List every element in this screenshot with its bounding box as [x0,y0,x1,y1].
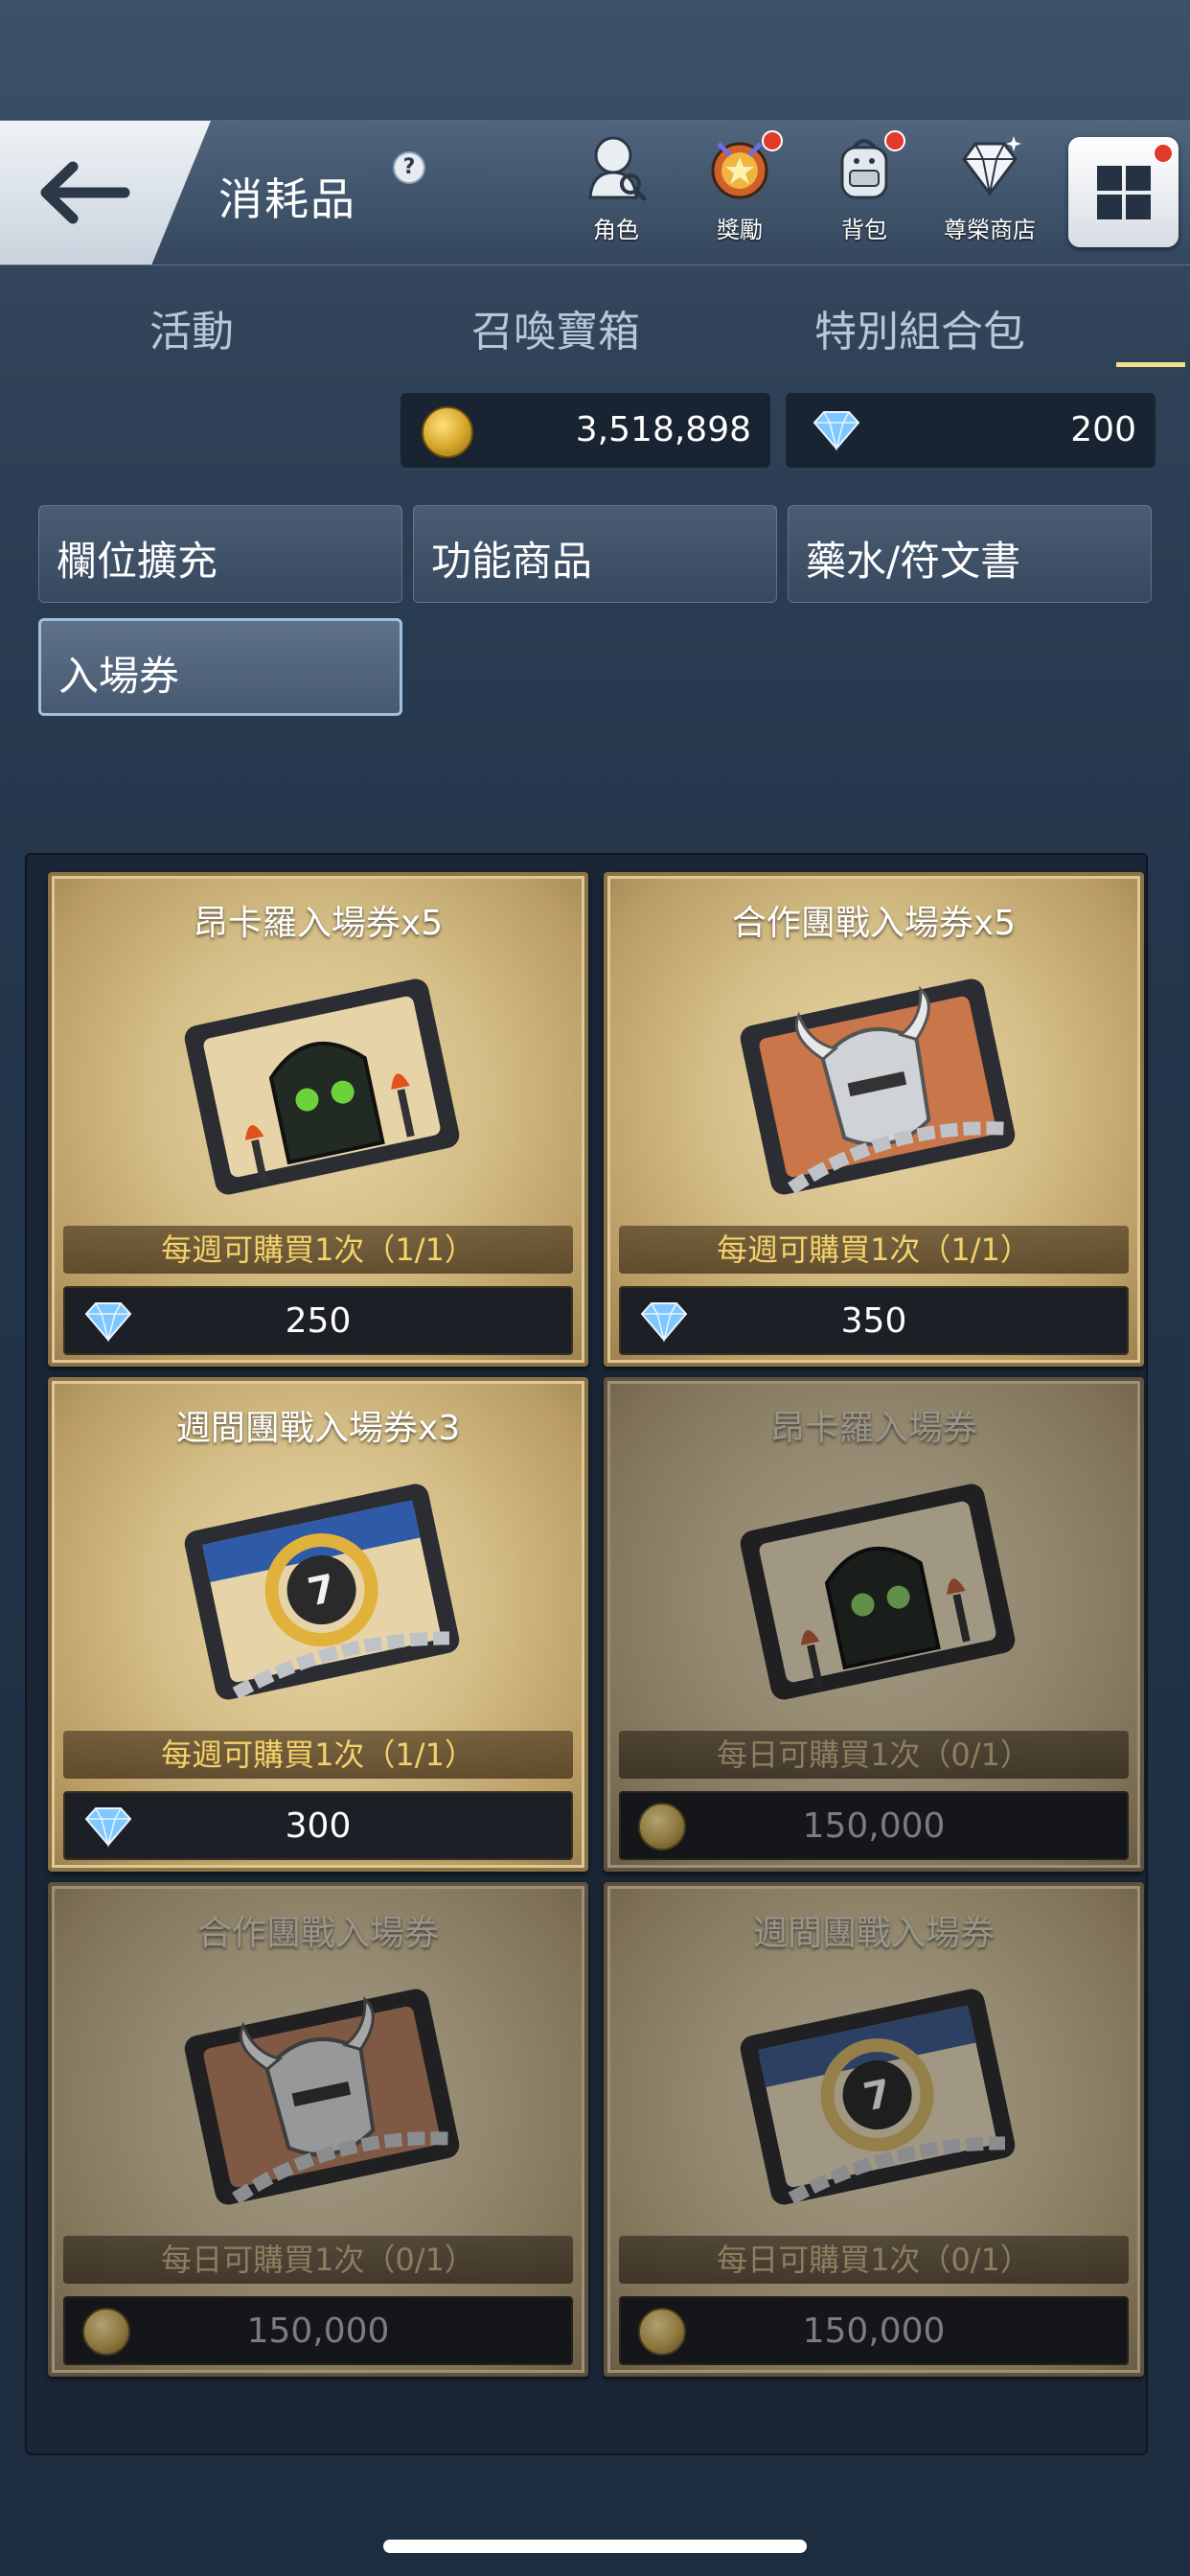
diamond-icon [812,411,860,451]
tab-special-bundle[interactable]: 特別組合包 [767,297,1073,358]
product-card[interactable]: 昂卡羅入場券x5 每週可購買1次（1/1） 250 [48,872,588,1367]
reward-icon [706,130,783,201]
product-card[interactable]: 週間團戰入場券 7 每日可購買1次（0/1） 150,000 [604,1882,1144,2377]
price-button[interactable]: 150,000 [619,1791,1129,1860]
purchase-limit: 每日可購買1次（0/1） [619,1731,1129,1779]
purchase-limit: 每日可購買1次（0/1） [63,2236,573,2284]
raid-ticket-icon [724,962,1031,1211]
purchase-limit: 每週可購買1次（1/1） [63,1731,573,1779]
purchase-limit: 每週可購買1次（1/1） [619,1226,1129,1274]
main-menu-button[interactable] [1068,137,1179,247]
product-title: 昂卡羅入場券 [769,1409,977,1448]
back-arrow-icon [40,161,130,224]
diamond-shop-icon [956,134,1023,201]
price-button[interactable]: 250 [63,1286,573,1355]
nav-diamond-shop-button[interactable]: 尊榮商店 [937,134,1042,259]
price-button[interactable]: 300 [63,1791,573,1860]
tab-indicator [1116,362,1185,367]
product-card[interactable]: 合作團戰入場券x5 每週可購買1次（1/1） 350 [604,872,1144,1367]
nav-backpack-label: 背包 [841,217,887,243]
page-title: 消耗品 [218,173,356,225]
filter-entry-tickets[interactable]: 入場券 [38,618,402,716]
price-button[interactable]: 350 [619,1286,1129,1355]
product-card[interactable]: 昂卡羅入場券每日可購買1次（0/1） 150,000 [604,1377,1144,1872]
dungeon-ticket-icon [169,962,475,1211]
filter-function-items[interactable]: 功能商品 [413,505,777,603]
backpack-icon [831,130,905,201]
character-icon [583,134,650,201]
help-icon[interactable]: ? [393,151,425,184]
filter-slot-expansion[interactable]: 欄位擴充 [38,505,402,603]
product-card[interactable]: 合作團戰入場券每日可購買1次（0/1） 150,000 [48,1882,588,2377]
menu-badge [1153,143,1174,164]
weekly-ticket-icon: 7 [724,1972,1031,2221]
tab-summon-chest[interactable]: 召喚寶箱 [402,297,709,358]
nav-reward-button[interactable]: 獎勵 [692,130,788,259]
product-card[interactable]: 週間團戰入場券x3 7 每週可購買1次（1/1） 300 [48,1377,588,1872]
gold-amount: 3,518,898 [575,410,751,449]
product-title: 週間團戰入場券x3 [175,1409,461,1448]
price-amount: 150,000 [246,2312,390,2351]
nav-backpack-button[interactable]: 背包 [816,130,912,259]
price-button[interactable]: 150,000 [63,2296,573,2365]
reward-badge [762,130,783,151]
nav-reward-label: 獎勵 [717,217,763,243]
price-button[interactable]: 150,000 [619,2296,1129,2365]
nav-character-label: 角色 [593,217,639,243]
purchase-limit: 每日可購買1次（0/1） [619,2236,1129,2284]
product-title: 昂卡羅入場券x5 [193,904,444,943]
product-title: 合作團戰入場券x5 [731,904,1017,943]
raid-ticket-icon [169,1972,475,2221]
weekly-ticket-icon: 7 [169,1467,475,1716]
backpack-badge [884,130,905,151]
product-title: 合作團戰入場券 [196,1914,439,1953]
price-amount: 350 [840,1301,907,1341]
diamond-amount: 200 [1070,410,1136,449]
price-amount: 300 [285,1806,352,1846]
price-amount: 150,000 [802,1806,946,1846]
nav-character-button[interactable]: 角色 [568,134,664,259]
gold-balance: 3,518,898 [400,393,770,468]
product-title: 週間團戰入場券 [752,1914,995,1953]
nav-diamond-shop-label: 尊榮商店 [944,217,1036,243]
price-amount: 250 [285,1301,352,1341]
tab-events[interactable]: 活動 [38,297,345,358]
diamond-balance: 200 [786,393,1156,468]
home-indicator [383,2540,807,2553]
dungeon-ticket-icon [724,1467,1031,1716]
filter-potions-runebooks[interactable]: 藥水/符文書 [788,505,1152,603]
gold-coin-icon [422,406,473,458]
price-amount: 150,000 [802,2312,946,2351]
purchase-limit: 每週可購買1次（1/1） [63,1226,573,1274]
